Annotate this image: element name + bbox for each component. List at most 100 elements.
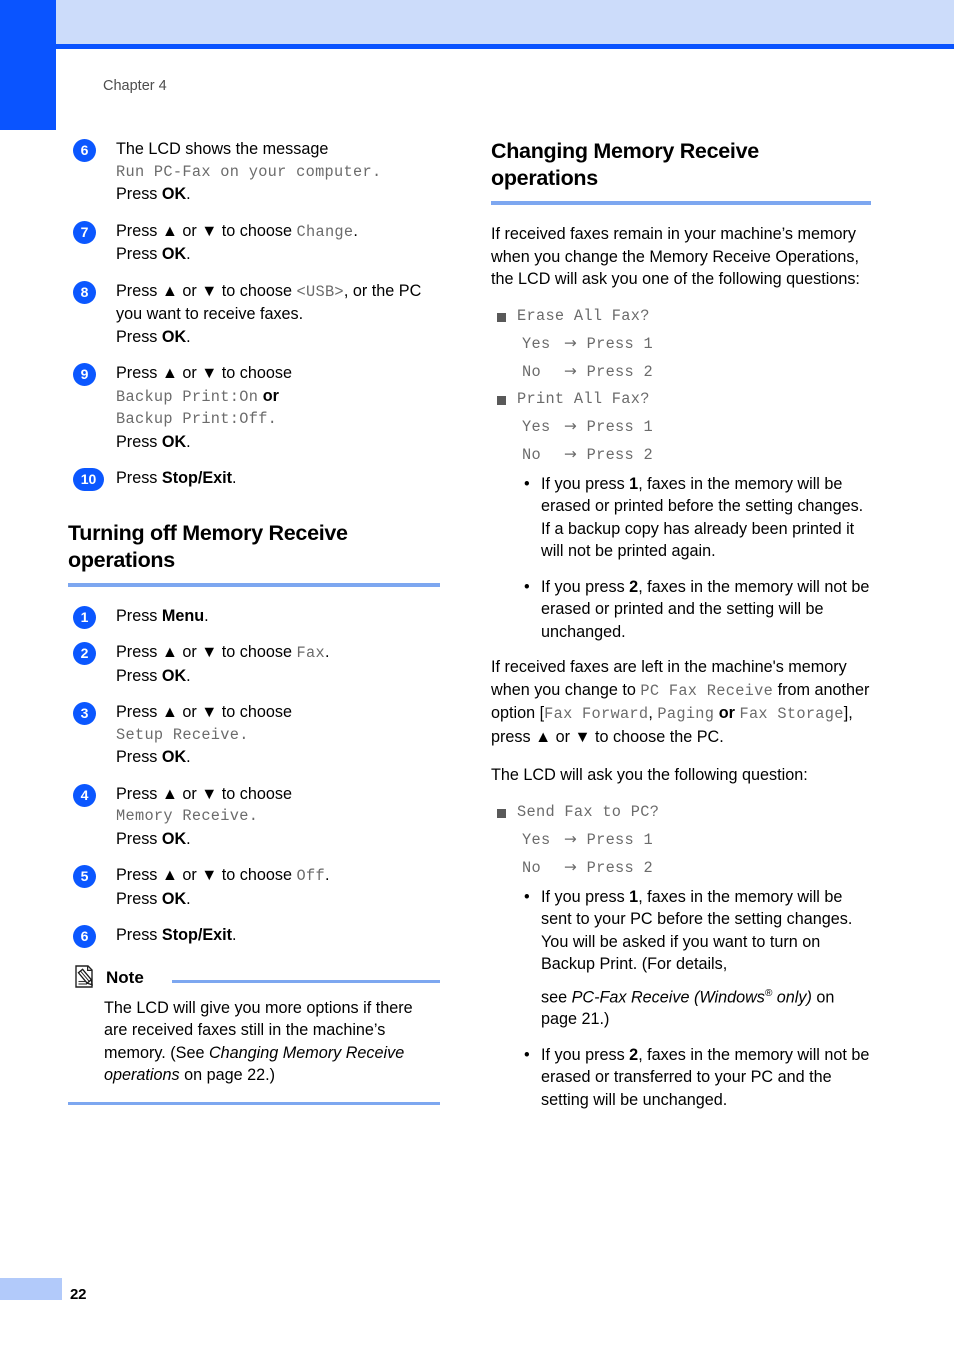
step-line: Press Stop/Exit. xyxy=(116,467,440,490)
lcd-value: Backup Print:Off. xyxy=(116,410,278,428)
step-line: Press OK. xyxy=(116,243,440,266)
note-box: Note The LCD will give you more options … xyxy=(68,964,440,1105)
press-prefix: Press xyxy=(116,666,162,685)
answer-key: No xyxy=(522,858,541,877)
step-text: . xyxy=(324,866,330,884)
step-body: The LCD shows the message Run PC-Fax on … xyxy=(116,138,440,206)
press-prefix: Press xyxy=(116,829,162,848)
press-suffix: . xyxy=(186,666,191,685)
press-prefix: Press xyxy=(116,926,162,944)
arrow-icon: → xyxy=(564,333,578,352)
step-text: . xyxy=(353,221,358,240)
key-label: Menu xyxy=(161,606,205,625)
note-pencil-icon xyxy=(74,964,98,991)
step-line: Press ▲ or ▼ to choose Change. xyxy=(116,220,440,244)
key-label: OK xyxy=(161,432,187,451)
step-body: Press ▲ or ▼ to choose Memory Receive. P… xyxy=(116,783,440,851)
step-number-badge: 8 xyxy=(73,280,96,304)
step-number-badge: 3 xyxy=(73,702,96,725)
lcd-answer-row: No → Press 2 xyxy=(491,858,871,877)
step-item: 3 Press ▲ or ▼ to choose Setup Receive. … xyxy=(68,701,440,769)
lcd-value: Fax Storage xyxy=(739,705,844,723)
step-text: Press ▲ or ▼ to choose xyxy=(116,643,297,661)
step-number-badge: 1 xyxy=(73,605,96,629)
square-bullet-icon xyxy=(497,312,506,322)
step-line: Press OK. xyxy=(116,888,440,911)
footer-bar xyxy=(0,1278,62,1300)
answer-key: Yes xyxy=(522,830,551,849)
step-item: 9 Press ▲ or ▼ to choose Backup Print:On… xyxy=(68,362,440,453)
press-prefix: Press xyxy=(116,327,162,346)
arrow-icon: → xyxy=(564,361,578,380)
step-text: Press ▲ or ▼ to choose xyxy=(116,866,297,884)
step-line: The LCD shows the message xyxy=(116,140,329,158)
key-label: OK xyxy=(161,889,187,908)
section-heading-rule xyxy=(491,201,871,205)
chapter-label: Chapter 4 xyxy=(103,78,167,94)
step-number-badge: 5 xyxy=(73,865,96,888)
step-item: 7 Press ▲ or ▼ to choose Change. Press O… xyxy=(68,220,440,266)
page-number: 22 xyxy=(70,1286,87,1303)
lcd-answer-row: No → Press 2 xyxy=(491,445,871,464)
answer-action: Press 2 xyxy=(586,445,653,464)
step-item: 4 Press ▲ or ▼ to choose Memory Receive.… xyxy=(68,783,440,851)
cross-reference-line: see PC-Fax Receive (Windows® only) on pa… xyxy=(541,983,871,1031)
lcd-message: Run PC-Fax on your computer. xyxy=(116,162,382,181)
press-prefix: Press xyxy=(116,889,162,908)
step-body: Press Menu. xyxy=(116,605,440,628)
lcd-question: Send Fax to PC? xyxy=(491,803,871,821)
key-label: Stop/Exit xyxy=(161,926,233,944)
step-item: 5 Press ▲ or ▼ to choose Off. Press OK. xyxy=(68,864,440,910)
step-body: Press Stop/Exit. xyxy=(116,924,440,947)
step-line: Press OK. xyxy=(116,431,440,454)
step-line: Press OK. xyxy=(116,746,440,769)
lcd-value: PC Fax Receive xyxy=(640,681,774,700)
key-label: OK xyxy=(161,245,187,263)
step-line: Backup Print:On or xyxy=(116,385,440,409)
step-line: Press ▲ or ▼ to choose <USB>, or the PC … xyxy=(116,282,421,324)
section-heading-block: Turning off Memory Receive operations xyxy=(68,520,440,587)
press-suffix: . xyxy=(186,432,191,451)
bullet-text-pre: If you press xyxy=(541,474,630,493)
lcd-value: Off xyxy=(296,867,325,885)
conjunction: or xyxy=(258,386,279,405)
answer-key: No xyxy=(522,445,541,464)
press-prefix: Press xyxy=(116,606,162,625)
lcd-value: Fax xyxy=(296,644,325,662)
step-number-badge: 6 xyxy=(73,925,96,948)
key-label: OK xyxy=(161,748,187,766)
step-body: Press ▲ or ▼ to choose Fax. Press OK. xyxy=(116,641,440,687)
bullet-item: • If you press 1, faxes in the memory wi… xyxy=(491,473,871,563)
answer-action: Press 1 xyxy=(586,830,653,849)
note-text: The LCD will give you more options if th… xyxy=(68,997,440,1087)
note-bottom-rule xyxy=(68,1101,440,1105)
step-number-badge: 6 xyxy=(73,139,96,162)
press-suffix: . xyxy=(186,327,191,346)
step-line: Press ▲ or ▼ to choose Fax. xyxy=(116,641,440,665)
lcd-value: Fax Forward xyxy=(544,705,649,723)
lcd-value: <USB> xyxy=(296,282,344,301)
press-prefix: Press xyxy=(116,432,162,451)
steps-top-list: 6 The LCD shows the message Run PC-Fax o… xyxy=(68,138,440,491)
key-label: 2 xyxy=(629,1045,639,1064)
right-column: Changing Memory Receive operations If re… xyxy=(491,138,871,1124)
bullet-text-pre: If you press xyxy=(541,1045,630,1064)
xref-title: PC-Fax Receive (Windows xyxy=(571,987,765,1006)
lcd-question: Print All Fax? xyxy=(491,390,871,408)
step-item: 10 Press Stop/Exit. xyxy=(68,467,440,491)
lcd-value: Setup Receive. xyxy=(116,725,249,744)
answer-action: Press 2 xyxy=(586,858,653,877)
step-line: Press Stop/Exit. xyxy=(116,924,440,947)
press-suffix: . xyxy=(232,469,237,487)
xref-title-end: only) xyxy=(772,987,812,1006)
note-text-post: on page 22.) xyxy=(179,1066,276,1084)
step-body: Press Stop/Exit. xyxy=(116,467,440,490)
header-band xyxy=(56,0,954,44)
chapter-edge-tab xyxy=(0,0,56,130)
bullet-text-pre: If you press xyxy=(541,577,630,596)
step-line: Press OK. xyxy=(116,183,440,206)
key-label: OK xyxy=(161,666,187,685)
press-suffix: . xyxy=(186,185,191,203)
press-prefix: Press xyxy=(116,469,162,487)
step-item: 1 Press Menu. xyxy=(68,605,440,629)
